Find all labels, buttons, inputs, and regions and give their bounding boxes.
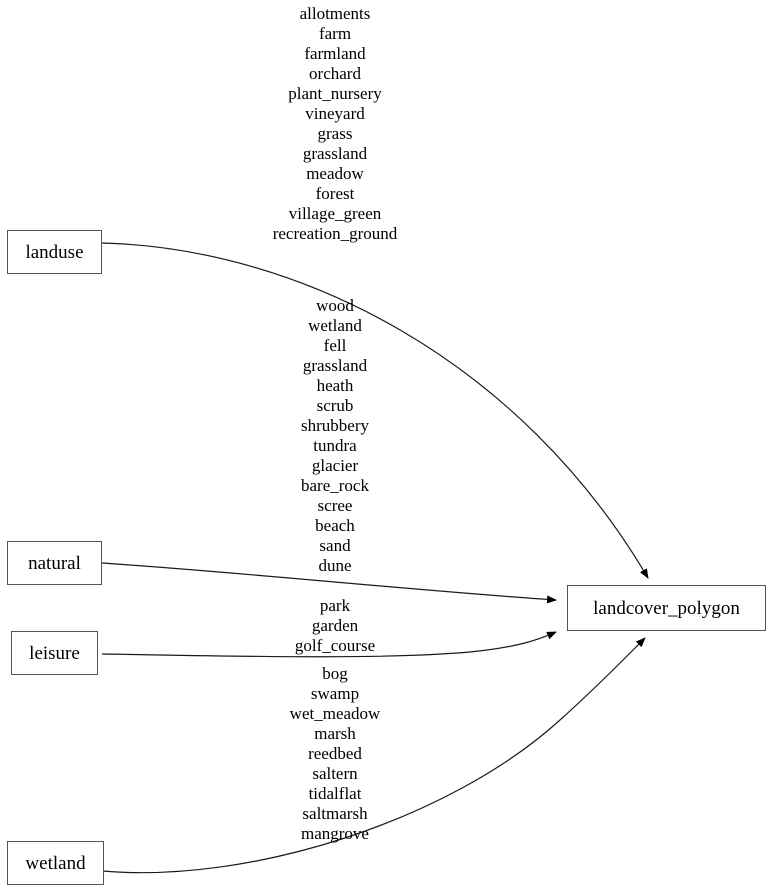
node-natural[interactable]: natural (7, 541, 102, 585)
edge-label-value: farm (318, 24, 352, 43)
node-landcover-polygon-label: landcover_polygon (593, 597, 740, 619)
node-landuse-label: landuse (25, 241, 84, 263)
edge-label-value: vineyard (305, 104, 365, 123)
edge-label-value: marsh (314, 724, 356, 743)
edge-label-value: fell (323, 336, 347, 355)
edge-label-value: orchard (309, 64, 361, 83)
edge-label-group-natural: wood wetland fell grassland heath scrub shrubb… (185, 296, 485, 576)
edge-label-value: glacier (311, 456, 359, 475)
edge-label-value: tundra (313, 436, 357, 455)
edge-label-group-wetland: bog swamp wet_meadow marsh reedbed saltern tid… (185, 664, 485, 844)
node-wetland-label: wetland (25, 852, 86, 874)
edge-label-value: mangrove (301, 824, 369, 843)
edge-label-value: park (319, 596, 351, 615)
edge-label-value: saltern (312, 764, 358, 783)
edge-label-value: recreation_ground (272, 224, 398, 243)
edge-label-value: garden (311, 616, 359, 635)
edge-label-value: plant_nursery (288, 84, 382, 103)
node-leisure-label: leisure (29, 642, 80, 664)
edge-label-value: shrubbery (301, 416, 369, 435)
edge-label-value: wet_meadow (289, 704, 381, 723)
edge-label-value: forest (315, 184, 355, 203)
edge-label-value: bare_rock (301, 476, 369, 495)
edge-label-value: tidalflat (308, 784, 362, 803)
edge-label-value: golf_course (294, 636, 376, 655)
edge-label-value: wood (316, 296, 354, 315)
edge-label-value: grass (317, 124, 353, 143)
edge-label-value: swamp (310, 684, 360, 703)
edge-label-value: scree (317, 496, 353, 515)
edge-label-value: bog (322, 664, 348, 683)
edge-label-group-landuse: allotments farm farmland orchard plant_nurse… (185, 4, 485, 244)
node-wetland[interactable]: wetland (7, 841, 104, 885)
node-natural-label: natural (28, 552, 81, 574)
edge-label-group-leisure: park garden golf_course (185, 596, 485, 656)
edge-label-value: reedbed (308, 744, 362, 763)
node-landcover-polygon[interactable]: landcover_polygon (567, 585, 766, 631)
edge-label-value: meadow (306, 164, 364, 183)
edge-label-value: saltmarsh (302, 804, 368, 823)
edge-label-value: grassland (302, 144, 368, 163)
node-landuse[interactable]: landuse (7, 230, 102, 274)
edge-label-value: wetland (308, 316, 362, 335)
edge-label-value: beach (315, 516, 355, 535)
edge-label-value: village_green (288, 204, 382, 223)
edge-label-value: grassland (302, 356, 368, 375)
edge-label-value: dune (318, 556, 352, 575)
edge-label-value: scrub (316, 396, 354, 415)
edge-label-value: farmland (304, 44, 366, 63)
edge-label-value: allotments (299, 4, 371, 23)
node-leisure[interactable]: leisure (11, 631, 98, 675)
edge-label-value: sand (319, 536, 351, 555)
edge-label-value: heath (316, 376, 354, 395)
